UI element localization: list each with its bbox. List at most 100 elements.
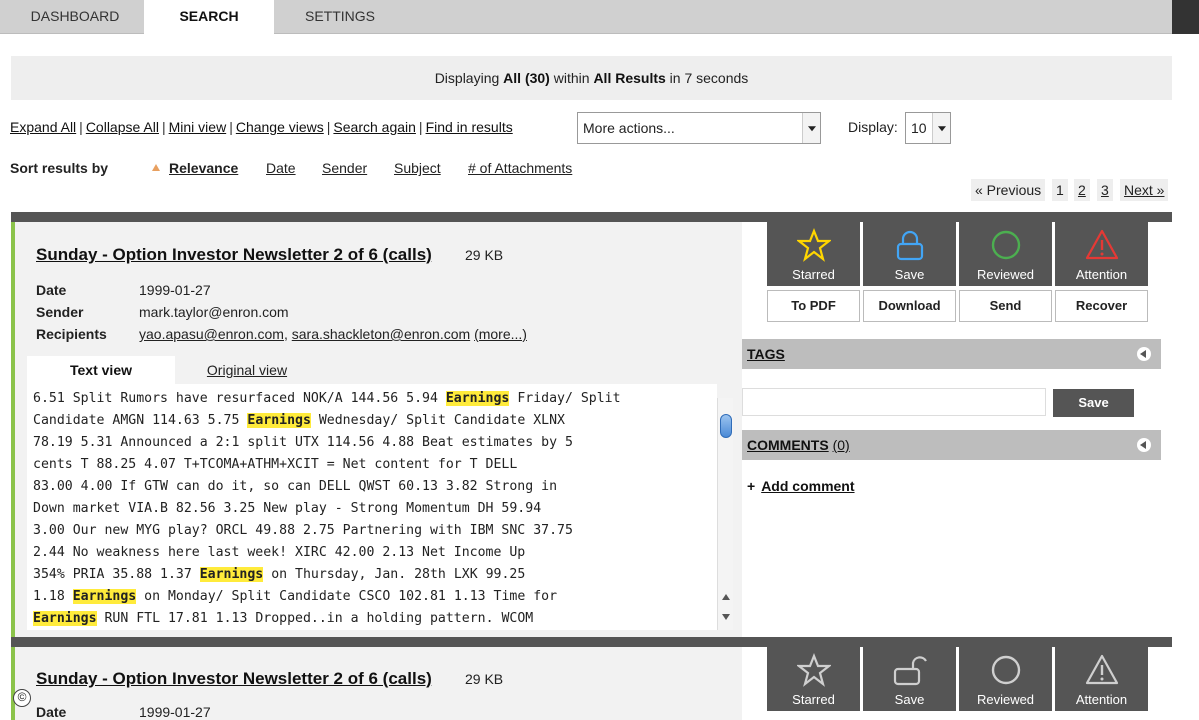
sort-date[interactable]: Date	[266, 160, 296, 176]
body-line: 6.51 Split Rumors have resurfaced NOK/A …	[33, 388, 711, 410]
add-comment-link[interactable]: Add comment	[761, 478, 854, 494]
separator: |	[418, 119, 423, 135]
body-line: 354% PRIA 35.88 1.37 Earnings on Thursda…	[33, 564, 711, 586]
page-2[interactable]: 2	[1074, 179, 1090, 201]
sender-value: mark.taylor@enron.com	[139, 304, 289, 320]
body-text: 83.00 4.00 If GTW can do it, so can DELL…	[33, 479, 558, 494]
sort-label: Sort results by	[10, 160, 109, 176]
body-line: cents T 88.25 4.07 T+TCOMA+ATHM+XCIT = N…	[33, 454, 711, 476]
body-text: Down market VIA.B 82.56 3.25 New play - …	[33, 501, 542, 516]
status-collection: All Results	[593, 70, 666, 86]
recover-button[interactable]: Recover	[1055, 290, 1148, 322]
card-header-bar	[11, 637, 1172, 647]
page-1[interactable]: 1	[1052, 179, 1068, 201]
attention-button[interactable]: Attention	[1055, 647, 1148, 711]
message-body[interactable]: 6.51 Split Rumors have resurfaced NOK/A …	[27, 384, 717, 630]
scroll-down-icon[interactable]	[722, 614, 730, 620]
plus-icon: +	[747, 478, 756, 494]
body-line: Earnings RUN FTL 17.81 1.13 Dropped..in …	[33, 608, 711, 630]
status-suffix: in 7 seconds	[665, 70, 749, 86]
display-label: Display:	[848, 119, 898, 135]
recipients-label: Recipients	[36, 326, 107, 342]
circle-icon	[991, 230, 1021, 260]
display-count-value: 10	[911, 120, 927, 136]
collapse-icon[interactable]	[1137, 438, 1151, 452]
body-line: 78.19 5.31 Announced a 2:1 split UTX 114…	[33, 432, 711, 454]
body-text: 3.00 Our new MYG play? ORCL 49.88 2.75 P…	[33, 523, 573, 538]
starred-button[interactable]: Starred	[767, 647, 860, 711]
tab-settings[interactable]: SETTINGS	[280, 0, 400, 34]
star-icon	[797, 228, 831, 262]
body-text: on Thursday, Jan. 28th LXK 99.25	[263, 567, 526, 582]
mini-view-link[interactable]: Mini view	[169, 119, 227, 135]
sort-relevance[interactable]: Relevance	[169, 160, 238, 176]
comments-label[interactable]: COMMENTS	[747, 437, 829, 453]
reviewed-button[interactable]: Reviewed	[959, 647, 1052, 711]
comments-section-header[interactable]: COMMENTS (0)	[742, 430, 1161, 460]
recipient-link[interactable]: sara.shackleton@enron.com	[292, 326, 470, 342]
change-views-link[interactable]: Change views	[236, 119, 324, 135]
message-scrollbar[interactable]	[717, 398, 733, 630]
next-page[interactable]: Next »	[1120, 179, 1169, 201]
more-actions-select[interactable]: More actions...	[577, 112, 821, 144]
send-button[interactable]: Send	[959, 290, 1052, 322]
tag-input[interactable]	[742, 388, 1046, 416]
warning-icon	[1085, 229, 1119, 260]
result-title[interactable]: Sunday - Option Investor Newsletter 2 of…	[36, 245, 432, 265]
more-recipients-link[interactable]: (more...)	[474, 326, 527, 342]
starred-label: Starred	[792, 267, 835, 282]
tags-section-header[interactable]: TAGS	[742, 339, 1161, 369]
save-label: Save	[894, 692, 925, 707]
previous-page[interactable]: « Previous	[971, 179, 1046, 201]
page-3[interactable]: 3	[1097, 179, 1113, 201]
sort-sender[interactable]: Sender	[322, 160, 367, 176]
date-value: 1999-01-27	[139, 704, 211, 720]
tab-search[interactable]: SEARCH	[144, 0, 274, 35]
scrollbar-thumb[interactable]	[720, 414, 732, 438]
display-count-select[interactable]: 10	[905, 112, 951, 144]
separator: |	[79, 119, 83, 135]
recipients-value: yao.apasu@enron.com, sara.shackleton@enr…	[139, 326, 527, 342]
tab-original-view[interactable]: Original view	[185, 356, 309, 384]
add-comment[interactable]: + Add comment	[747, 478, 855, 494]
body-text: cents T 88.25 4.07 T+TCOMA+ATHM+XCIT = N…	[33, 457, 518, 472]
download-button[interactable]: Download	[863, 290, 956, 322]
collapse-icon[interactable]	[1137, 347, 1151, 361]
sort-attachments[interactable]: # of Attachments	[468, 160, 572, 176]
attention-button[interactable]: Attention	[1055, 222, 1148, 286]
highlighted-term: Earnings	[33, 611, 97, 626]
to-pdf-button[interactable]: To PDF	[767, 290, 860, 322]
tab-text-view[interactable]: Text view	[27, 356, 175, 384]
reviewed-label: Reviewed	[976, 267, 1035, 282]
result-title[interactable]: Sunday - Option Investor Newsletter 2 of…	[36, 669, 432, 689]
expand-all-link[interactable]: Expand All	[10, 119, 76, 135]
top-navigation: DASHBOARD SEARCH SETTINGS	[0, 0, 1199, 35]
body-text: 1.18	[33, 589, 73, 604]
body-line: 3.00 Our new MYG play? ORCL 49.88 2.75 P…	[33, 520, 711, 542]
body-line: 83.00 4.00 If GTW can do it, so can DELL…	[33, 476, 711, 498]
collapse-all-link[interactable]: Collapse All	[86, 119, 159, 135]
reviewed-button[interactable]: Reviewed	[959, 222, 1052, 286]
scroll-up-icon[interactable]	[722, 594, 730, 600]
find-in-results-link[interactable]: Find in results	[426, 119, 513, 135]
unlocked-icon	[893, 656, 927, 686]
attention-label: Attention	[1075, 692, 1128, 707]
result-card: Sunday - Option Investor Newsletter 2 of…	[11, 637, 1172, 720]
save-button[interactable]: Save	[863, 222, 956, 286]
tags-label[interactable]: TAGS	[747, 346, 785, 362]
recipient-link[interactable]: yao.apasu@enron.com	[139, 326, 284, 342]
body-text: RUN FTL 17.81 1.13 Dropped..in a holding…	[96, 611, 534, 626]
recipient-separator: ,	[283, 326, 292, 342]
circle-icon	[991, 655, 1021, 685]
save-label: Save	[894, 267, 925, 282]
result-size: 29 KB	[465, 247, 504, 263]
search-again-link[interactable]: Search again	[333, 119, 416, 135]
body-text: 2.44 No weakness here last week! XIRC 42…	[33, 545, 526, 560]
save-button[interactable]: Save	[863, 647, 956, 711]
save-tag-button[interactable]: Save	[1053, 389, 1134, 417]
tab-dashboard[interactable]: DASHBOARD	[0, 0, 150, 34]
starred-button[interactable]: Starred	[767, 222, 860, 286]
sort-subject[interactable]: Subject	[394, 160, 441, 176]
body-line: Down market VIA.B 82.56 3.25 New play - …	[33, 498, 711, 520]
chevron-down-icon	[808, 126, 816, 132]
